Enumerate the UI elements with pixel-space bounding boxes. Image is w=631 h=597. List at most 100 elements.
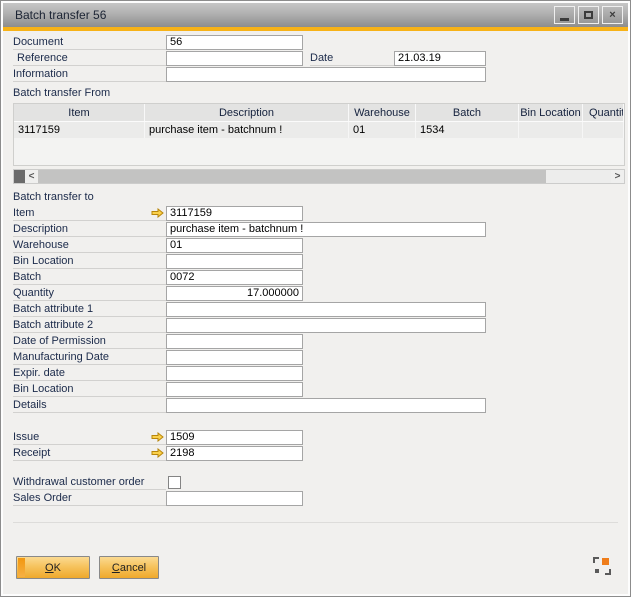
batch-attribute-1-row: Batch attribute 1 xyxy=(13,301,618,317)
scroll-right-button[interactable]: > xyxy=(611,170,624,183)
batch-field[interactable]: 0072 xyxy=(166,270,303,285)
column-header-bin-location[interactable]: Bin Location xyxy=(519,104,583,121)
information-field[interactable] xyxy=(166,67,486,82)
issue-label: Issue xyxy=(13,431,39,443)
receipt-link-arrow-icon[interactable] xyxy=(151,448,164,458)
document-field[interactable]: 56 xyxy=(166,35,303,50)
reference-row: Reference Date 21.03.19 xyxy=(13,50,618,66)
scrollbar-track[interactable] xyxy=(546,170,611,183)
withdrawal-customer-order-checkbox[interactable] xyxy=(168,476,181,489)
column-header-warehouse[interactable]: Warehouse xyxy=(349,104,416,121)
cell-description[interactable]: purchase item - batchnum ! xyxy=(145,122,349,138)
window-inner-frame: Batch transfer 56 × Document 56 Referenc… xyxy=(3,3,628,594)
batch-attribute-1-label: Batch attribute 1 xyxy=(13,303,93,315)
date-of-permission-field[interactable] xyxy=(166,334,303,349)
column-header-quantity[interactable]: Quantity xyxy=(583,104,624,121)
description-row: Description purchase item - batchnum ! xyxy=(13,221,618,237)
withdrawal-customer-order-label: Withdrawal customer order xyxy=(13,476,144,488)
scrollbar-thumb[interactable] xyxy=(38,170,546,183)
to-section-title: Batch transfer to xyxy=(13,189,618,205)
minimize-icon xyxy=(560,18,569,21)
table-empty-area xyxy=(14,138,624,165)
cell-batch[interactable]: 1534 xyxy=(416,122,519,138)
cancel-button[interactable]: Cancel xyxy=(99,556,159,579)
cell-item[interactable]: 3117159 xyxy=(14,122,145,138)
bin-location-2-label: Bin Location xyxy=(13,383,74,395)
expir-date-label: Expir. date xyxy=(13,367,65,379)
sales-order-field[interactable] xyxy=(166,491,303,506)
scrollbar-split-handle[interactable] xyxy=(14,170,25,183)
description-label: Description xyxy=(13,223,68,235)
manufacturing-date-row: Manufacturing Date xyxy=(13,349,618,365)
batch-from-table: Item Description Warehouse Batch Bin Loc… xyxy=(13,103,625,166)
batch-attribute-2-field[interactable] xyxy=(166,318,486,333)
batch-transfer-window: Batch transfer 56 × Document 56 Referenc… xyxy=(0,0,631,597)
information-row: Information xyxy=(13,66,618,82)
scroll-left-button[interactable]: < xyxy=(25,170,38,183)
maximize-icon xyxy=(584,11,593,19)
bin-location-field[interactable] xyxy=(166,254,303,269)
expir-date-row: Expir. date xyxy=(13,365,618,381)
cell-warehouse[interactable]: 01 xyxy=(349,122,416,138)
window-controls: × xyxy=(554,6,623,24)
receipt-field[interactable]: 2198 xyxy=(166,446,303,461)
issue-row: Issue 1509 xyxy=(13,429,618,445)
warehouse-field[interactable]: 01 xyxy=(166,238,303,253)
close-button[interactable]: × xyxy=(602,6,623,24)
details-label: Details xyxy=(13,399,47,411)
title-bar[interactable]: Batch transfer 56 × xyxy=(3,3,628,27)
quantity-label: Quantity xyxy=(13,287,54,299)
cell-bin-location[interactable] xyxy=(519,122,583,138)
batch-attribute-2-row: Batch attribute 2 xyxy=(13,317,618,333)
horizontal-scrollbar[interactable]: < > xyxy=(13,169,625,184)
item-link-arrow-icon[interactable] xyxy=(151,208,164,218)
date-field[interactable]: 21.03.19 xyxy=(394,51,486,66)
column-header-item[interactable]: Item xyxy=(14,104,145,121)
bin-location-2-field[interactable] xyxy=(166,382,303,397)
details-field[interactable] xyxy=(166,398,486,413)
table-row[interactable]: 3117159 purchase item - batchnum ! 01 15… xyxy=(14,122,624,138)
receipt-row: Receipt 2198 xyxy=(13,445,618,461)
batch-attribute-1-field[interactable] xyxy=(166,302,486,317)
table-header-row: Item Description Warehouse Batch Bin Loc… xyxy=(14,104,624,122)
date-of-permission-row: Date of Permission xyxy=(13,333,618,349)
cell-quantity[interactable] xyxy=(583,122,624,138)
minimize-button[interactable] xyxy=(554,6,575,24)
scroll-right-icon: > xyxy=(615,171,621,182)
item-field[interactable]: 3117159 xyxy=(166,206,303,221)
description-field[interactable]: purchase item - batchnum ! xyxy=(166,222,486,237)
item-row: Item 3117159 xyxy=(13,205,618,221)
quantity-row: Quantity 17.000000 xyxy=(13,285,618,301)
date-label: Date xyxy=(310,52,333,64)
issue-field[interactable]: 1509 xyxy=(166,430,303,445)
button-row: OK Cancel xyxy=(16,556,618,579)
document-row: Document 56 xyxy=(13,34,618,50)
ok-button[interactable]: OK xyxy=(16,556,90,579)
maximize-button[interactable] xyxy=(578,6,599,24)
receipt-label: Receipt xyxy=(13,447,50,459)
information-label: Information xyxy=(13,68,68,80)
document-label: Document xyxy=(13,36,63,48)
expand-form-icon[interactable] xyxy=(593,557,611,575)
date-of-permission-label: Date of Permission xyxy=(13,335,106,347)
quantity-field[interactable]: 17.000000 xyxy=(166,286,303,301)
batch-row: Batch 0072 xyxy=(13,269,618,285)
details-row: Details xyxy=(13,397,618,413)
expir-date-field[interactable] xyxy=(166,366,303,381)
bin-location-2-row: Bin Location xyxy=(13,381,618,397)
from-section-title: Batch transfer From xyxy=(13,85,618,101)
manufacturing-date-field[interactable] xyxy=(166,350,303,365)
sales-order-row: Sales Order xyxy=(13,490,618,506)
bin-location-label: Bin Location xyxy=(13,255,74,267)
column-header-description[interactable]: Description xyxy=(145,104,349,121)
warehouse-row: Warehouse 01 xyxy=(13,237,618,253)
bin-location-row: Bin Location xyxy=(13,253,618,269)
item-label: Item xyxy=(13,207,34,219)
default-button-strip xyxy=(18,558,25,577)
column-header-batch[interactable]: Batch xyxy=(416,104,519,121)
reference-field[interactable] xyxy=(166,51,303,66)
issue-link-arrow-icon[interactable] xyxy=(151,432,164,442)
withdrawal-row: Withdrawal customer order xyxy=(13,474,618,490)
footer-divider xyxy=(13,522,618,523)
close-icon: × xyxy=(609,9,615,21)
